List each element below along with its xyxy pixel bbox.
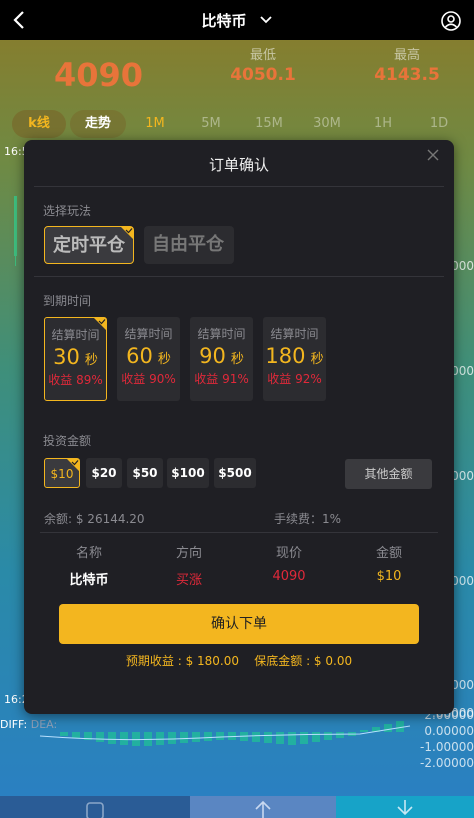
page-title: 比特币 <box>201 11 247 30</box>
expected-profit-text: 预期收益 : $ 180.00 保底金额 : $ 0.00 <box>125 654 353 668</box>
amount-label: $50 <box>132 466 158 480</box>
tab-trend[interactable]: 走势 <box>70 110 126 138</box>
expiry-label: 结算时间 <box>270 327 319 341</box>
expiry-rate: 收益 91% <box>194 372 249 386</box>
check-corner-icon <box>94 318 106 330</box>
play-section-label: 选择玩法 <box>43 204 92 218</box>
low-value: 4050.1 <box>230 65 296 85</box>
expiry-seconds: 30 <box>53 345 80 369</box>
expiry-seconds: 60 <box>126 344 153 368</box>
tab-15m[interactable]: 15M <box>246 110 292 138</box>
tab-1h[interactable]: 1H <box>362 110 404 138</box>
tab-1m[interactable]: 1M <box>134 110 176 138</box>
amount-option-10[interactable]: $10 <box>44 458 80 488</box>
tab-5m[interactable]: 5M <box>190 110 232 138</box>
amount-label: $100 <box>171 466 205 480</box>
confirm-order-button[interactable]: 确认下单 <box>59 604 419 644</box>
nav-tab-wallet[interactable] <box>0 796 190 818</box>
high-stat: 最高 4143.5 <box>370 44 444 85</box>
order-amount: $10 <box>376 569 402 584</box>
amount-label: $20 <box>91 466 117 480</box>
expiry-rate: 收益 92% <box>267 372 322 386</box>
wallet-icon <box>86 802 104 818</box>
modal-title: 订单确认 <box>208 156 269 174</box>
expiry-unit: 秒 <box>230 352 244 367</box>
order-confirm-modal: 订单确认 选择玩法 定时平仓 自由平仓 到期时间 结算时间 30 秒 收益 89… <box>24 140 454 714</box>
high-value: 4143.5 <box>374 65 440 85</box>
fee-text: 手续费：1% <box>274 512 342 526</box>
tab-kline[interactable]: k线 <box>12 110 66 138</box>
nav-tab-down[interactable] <box>336 796 474 818</box>
expiry-option-90[interactable]: 结算时间 90 秒 收益 91% <box>190 317 253 401</box>
user-circle-icon[interactable] <box>440 10 462 32</box>
mode-free-close[interactable]: 自由平仓 <box>144 226 234 264</box>
mode-timed-close[interactable]: 定时平仓 <box>44 226 134 264</box>
expiry-unit: 秒 <box>157 352 171 367</box>
nav-tab-up[interactable] <box>190 796 336 818</box>
divider <box>34 276 444 277</box>
chevron-down-icon <box>259 16 272 24</box>
amount-option-500[interactable]: $500 <box>214 458 256 488</box>
divider <box>40 532 438 533</box>
order-name: 比特币 <box>69 573 109 588</box>
expiry-label: 结算时间 <box>124 327 173 341</box>
expiry-label: 结算时间 <box>197 327 246 341</box>
expiry-option-60[interactable]: 结算时间 60 秒 收益 90% <box>117 317 180 401</box>
mode-label: 自由平仓 <box>152 234 224 255</box>
price-summary: 4090 最低 4050.1 最高 4143.5 <box>0 40 474 104</box>
close-icon[interactable] <box>426 148 440 162</box>
expiry-option-30[interactable]: 结算时间 30 秒 收益 89% <box>44 317 107 401</box>
expiry-section-label: 到期时间 <box>43 294 92 308</box>
expiry-seconds: 90 <box>199 344 226 368</box>
expiry-unit: 秒 <box>84 353 98 368</box>
check-corner-icon <box>121 227 133 239</box>
amount-option-20[interactable]: $20 <box>86 458 122 488</box>
expiry-seconds: 180 <box>265 344 306 368</box>
title-dropdown[interactable]: 比特币 <box>201 10 272 31</box>
candle-wick <box>15 256 16 266</box>
amount-section-label: 投资金额 <box>43 434 92 448</box>
check-corner-icon <box>67 459 79 471</box>
bottom-nav <box>0 796 474 818</box>
macd-histogram <box>39 721 411 746</box>
high-label: 最高 <box>393 48 420 63</box>
other-amount-button[interactable]: 其他金额 <box>345 459 432 489</box>
amount-option-50[interactable]: $50 <box>127 458 163 488</box>
tab-1d[interactable]: 1D <box>418 110 460 138</box>
expiry-option-180[interactable]: 结算时间 180 秒 收益 92% <box>263 317 326 401</box>
expiry-unit: 秒 <box>310 352 324 367</box>
order-direction: 买涨 <box>175 573 202 588</box>
table-header-direction: 方向 <box>175 546 202 561</box>
table-header-name: 名称 <box>75 546 102 561</box>
arrow-up-icon <box>255 800 271 818</box>
table-header-price: 现价 <box>275 546 302 561</box>
timeframe-tabs: k线 走势 1M 5M 15M 30M 1H 1D <box>0 106 474 142</box>
tab-30m[interactable]: 30M <box>304 110 350 138</box>
amount-option-100[interactable]: $100 <box>167 458 209 488</box>
divider <box>34 186 444 187</box>
candle <box>14 196 17 256</box>
arrow-down-icon <box>397 800 413 816</box>
amount-label: $500 <box>218 466 252 480</box>
low-label: 最低 <box>249 48 276 63</box>
current-price: 4090 <box>54 56 144 94</box>
top-bar: 比特币 <box>0 0 474 40</box>
balance-text: 余额: $ 26144.20 <box>44 512 145 526</box>
expiry-rate: 收益 89% <box>48 373 103 387</box>
mode-label: 定时平仓 <box>53 235 125 256</box>
low-stat: 最低 4050.1 <box>226 44 300 85</box>
table-header-amount: 金额 <box>375 546 402 561</box>
chevron-left-icon[interactable] <box>8 8 32 32</box>
expiry-rate: 收益 90% <box>121 372 176 386</box>
order-price: 4090 <box>272 569 306 584</box>
